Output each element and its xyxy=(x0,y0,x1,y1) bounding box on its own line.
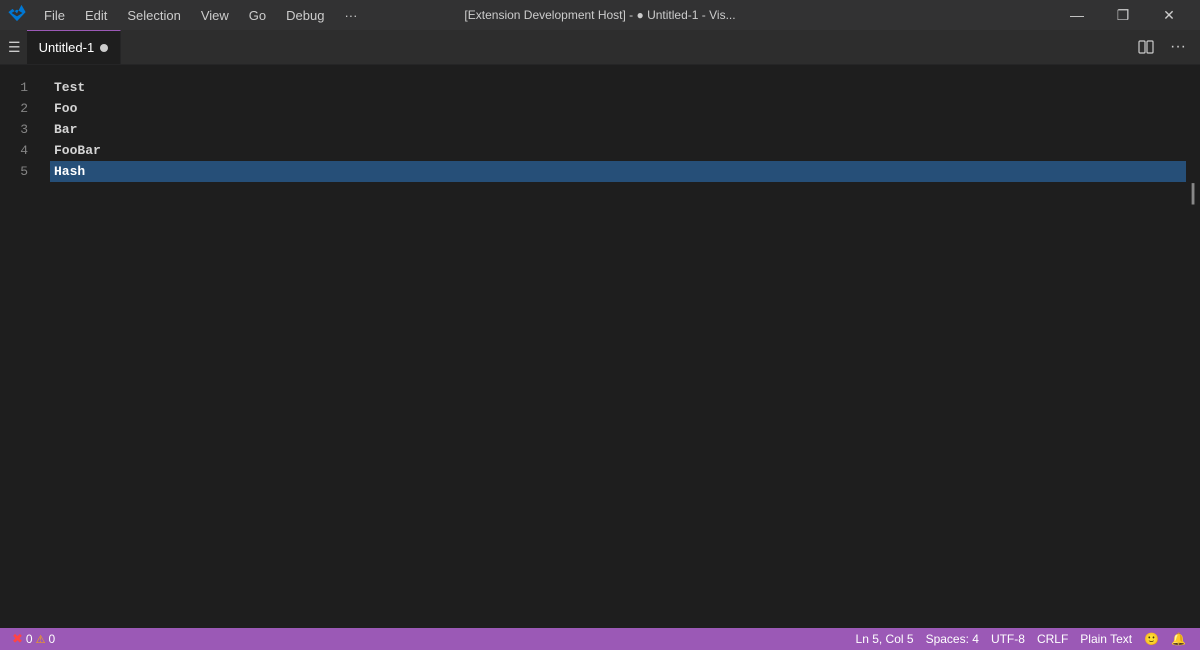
code-line-1: Test xyxy=(50,77,1186,98)
tab-label: Untitled-1 xyxy=(39,40,95,55)
error-icon: ✖ xyxy=(12,631,23,647)
tab-bar-left: ☰ xyxy=(0,30,27,64)
menu-more[interactable]: ··· xyxy=(334,6,367,25)
title-bar: File Edit Selection View Go Debug ··· [E… xyxy=(0,0,1200,30)
line-number-5: 5 xyxy=(0,161,38,182)
line-number-2: 2 xyxy=(0,98,38,119)
status-right: Ln 5, Col 5 Spaces: 4 UTF-8 CRLF Plain T… xyxy=(850,628,1200,650)
tab-bar: ☰ Untitled-1 ··· xyxy=(0,30,1200,65)
code-text-2: Foo xyxy=(54,99,77,119)
line-number-1: 1 xyxy=(0,77,38,98)
menu-file[interactable]: File xyxy=(34,6,75,25)
cursor-position[interactable]: Ln 5, Col 5 xyxy=(850,628,920,650)
tab-menu-icon[interactable]: ☰ xyxy=(8,39,21,56)
more-actions-button[interactable]: ··· xyxy=(1164,33,1192,61)
window-title: [Extension Development Host] - ● Untitle… xyxy=(464,8,735,22)
bell-icon: 🔔 xyxy=(1171,632,1186,646)
code-line-5: Hash xyxy=(50,161,1186,182)
warning-icon: ⚠ xyxy=(36,633,46,646)
more-icon: ··· xyxy=(1170,38,1186,56)
window-controls: — ❐ ✕ xyxy=(1054,0,1192,30)
language-mode[interactable]: Plain Text xyxy=(1074,628,1138,650)
smiley-button[interactable]: 🙂 xyxy=(1138,628,1165,650)
encoding-status[interactable]: UTF-8 xyxy=(985,628,1031,650)
menu-view[interactable]: View xyxy=(191,6,239,25)
line-ending-text: CRLF xyxy=(1037,632,1068,646)
vscode-logo xyxy=(8,4,26,27)
scrollbar-track[interactable]: ┃ xyxy=(1186,73,1200,628)
code-lines[interactable]: Test Foo Bar FooBar Hash xyxy=(50,73,1186,628)
line-ending-status[interactable]: CRLF xyxy=(1031,628,1074,650)
code-text-1: Test xyxy=(54,78,85,98)
menu-selection[interactable]: Selection xyxy=(117,6,190,25)
status-bar: ✖ 0 ⚠ 0 Ln 5, Col 5 Spaces: 4 UTF-8 CRLF… xyxy=(0,628,1200,650)
text-cursor-icon: ┃ xyxy=(1183,180,1200,210)
menu-go[interactable]: Go xyxy=(239,6,276,25)
tab-untitled-1[interactable]: Untitled-1 xyxy=(27,30,122,64)
code-line-4: FooBar xyxy=(50,140,1186,161)
line-number-3: 3 xyxy=(0,119,38,140)
warning-count: 0 xyxy=(48,632,55,646)
menu-edit[interactable]: Edit xyxy=(75,6,117,25)
status-left: ✖ 0 ⚠ 0 xyxy=(0,628,59,650)
code-line-3: Bar xyxy=(50,119,1186,140)
menu-debug[interactable]: Debug xyxy=(276,6,334,25)
error-count: 0 xyxy=(26,632,33,646)
maximize-button[interactable]: ❐ xyxy=(1100,0,1146,30)
editor-area: 1 2 3 4 5 Test Foo Bar FooBar xyxy=(0,65,1200,628)
encoding-text: UTF-8 xyxy=(991,632,1025,646)
language-text: Plain Text xyxy=(1080,632,1132,646)
indent-status[interactable]: Spaces: 4 xyxy=(920,628,985,650)
tab-modified-dot xyxy=(100,44,108,52)
editor-content: 1 2 3 4 5 Test Foo Bar FooBar xyxy=(0,65,1200,628)
code-line-2: Foo xyxy=(50,98,1186,119)
tab-bar-actions: ··· xyxy=(1132,30,1200,64)
line-numbers: 1 2 3 4 5 xyxy=(0,73,50,628)
position-text: Ln 5, Col 5 xyxy=(856,632,914,646)
minimize-button[interactable]: — xyxy=(1054,0,1100,30)
spaces-text: Spaces: 4 xyxy=(926,632,979,646)
smiley-icon: 🙂 xyxy=(1144,632,1159,646)
errors-status[interactable]: ✖ 0 ⚠ 0 xyxy=(8,628,59,650)
code-view[interactable]: 1 2 3 4 5 Test Foo Bar FooBar xyxy=(0,65,1200,628)
notifications-button[interactable]: 🔔 xyxy=(1165,628,1192,650)
code-text-3: Bar xyxy=(54,120,77,140)
code-text-4: FooBar xyxy=(54,141,101,161)
split-editor-button[interactable] xyxy=(1132,33,1160,61)
code-text-5: Hash xyxy=(54,162,85,182)
close-button[interactable]: ✕ xyxy=(1146,0,1192,30)
line-number-4: 4 xyxy=(0,140,38,161)
